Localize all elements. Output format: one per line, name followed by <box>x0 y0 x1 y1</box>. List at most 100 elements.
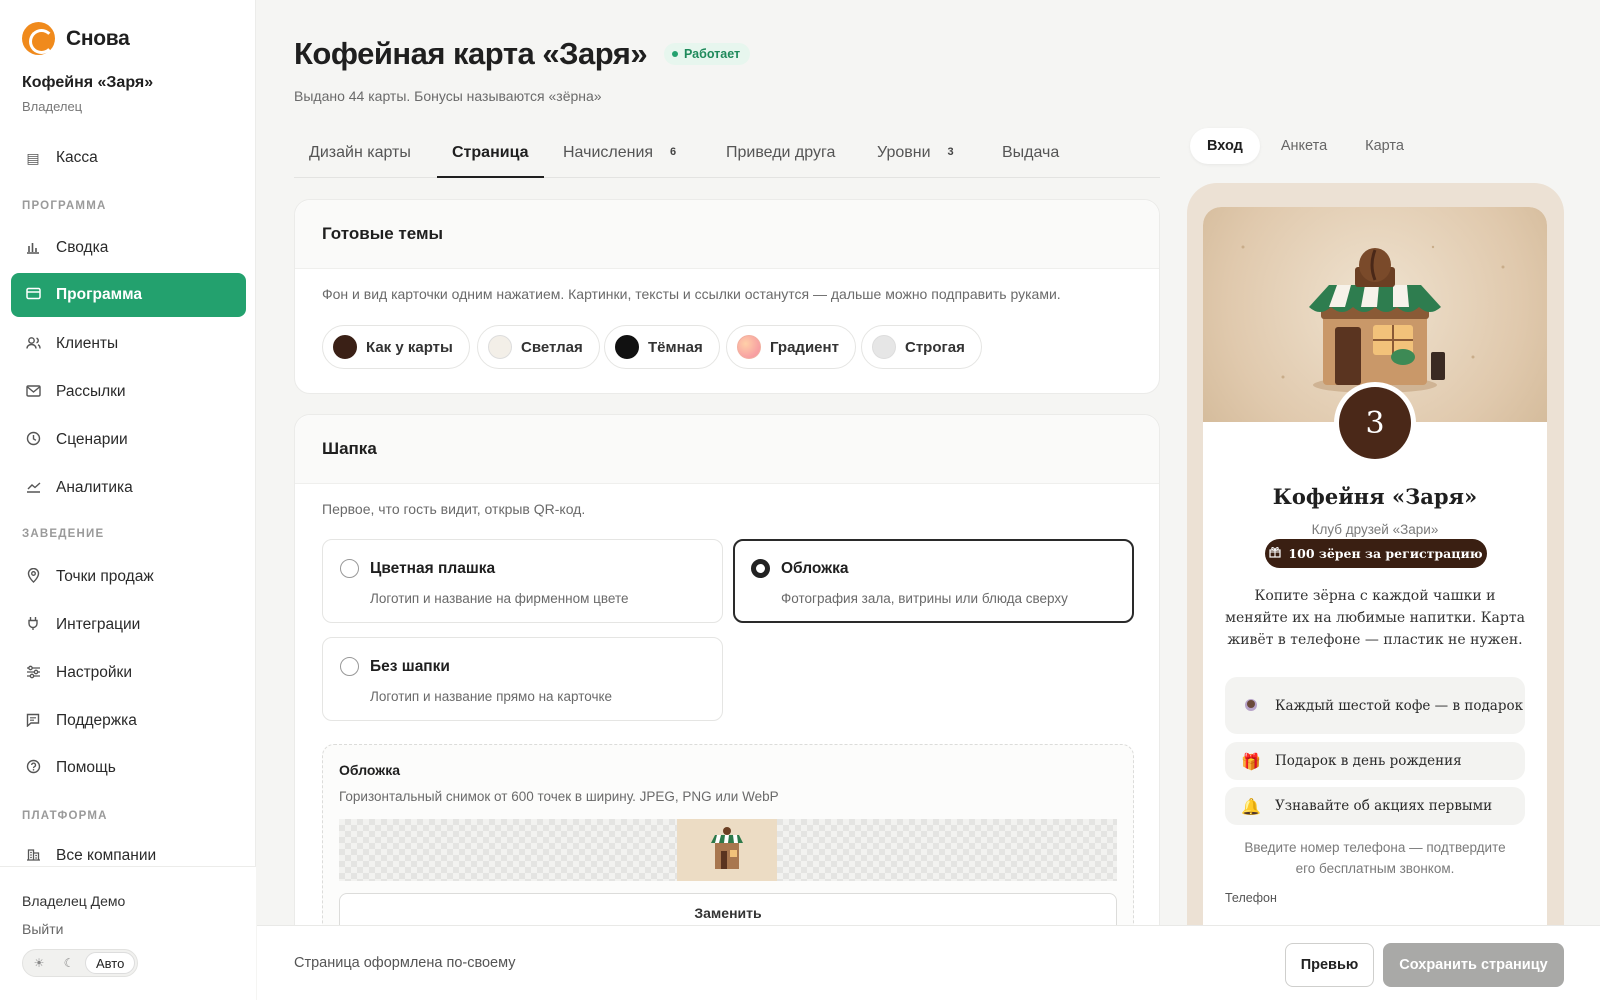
help-icon <box>24 759 42 777</box>
nav-section-program: ПРОГРАММА <box>22 200 107 212</box>
tab-levels[interactable]: Уровни 3 <box>877 134 954 178</box>
sidebar-item-label: Поддержка <box>56 712 137 729</box>
option-description: Логотип и название прямо на карточке <box>370 689 613 704</box>
chip-label: Как у карты <box>366 338 453 356</box>
sidebar-item-analytics[interactable]: Аналитика <box>11 466 246 510</box>
theme-chip-dark[interactable]: Тёмная <box>604 325 720 369</box>
brand[interactable]: Снова <box>22 22 130 55</box>
radio-button[interactable] <box>340 657 359 676</box>
plug-icon <box>24 616 42 634</box>
sidebar-item-help[interactable]: Помощь <box>11 746 246 790</box>
chat-icon <box>24 713 42 730</box>
perk-label: Каждый шестой кофе — в подарок <box>1275 697 1524 714</box>
perk-item: Каждый шестой кофе — в подарок <box>1225 677 1525 734</box>
sidebar-item-settings[interactable]: Настройки <box>11 651 246 695</box>
header-option-cover[interactable]: Обложка Фотография зала, витрины или блю… <box>733 539 1134 623</box>
page-subtitle: Выдано 44 карты. Бонусы называются «зёрн… <box>294 88 602 104</box>
current-user[interactable]: Владелец Демо <box>22 893 125 909</box>
swatch-icon <box>615 335 639 359</box>
preview-tabs: Вход Анкета Карта <box>1190 128 1421 164</box>
logout-link[interactable]: Выйти <box>22 921 63 937</box>
tab-page[interactable]: Страница <box>437 134 544 178</box>
status-badge: Работает <box>664 43 751 65</box>
sidebar-item-mailings[interactable]: Рассылки <box>11 370 246 414</box>
tab-accruals[interactable]: Начисления 6 <box>563 134 676 178</box>
sidebar-item-label: Помощь <box>56 759 116 776</box>
nav-section-platform: ПЛАТФОРМА <box>22 810 108 822</box>
tab-design[interactable]: Дизайн карты <box>309 134 411 178</box>
sidebar-item-programma[interactable]: Программа <box>11 273 246 317</box>
swatch-icon <box>872 335 896 359</box>
tab-issue[interactable]: Выдача <box>1002 134 1059 178</box>
theme-auto-button[interactable]: Авто <box>85 952 136 974</box>
org-role: Владелец <box>22 99 83 114</box>
sidebar-footer: Владелец Демо Выйти ☀ ☾ Авто <box>0 866 256 1000</box>
tab-count: 6 <box>670 146 677 158</box>
radio-button[interactable] <box>340 559 359 578</box>
theme-switch: ☀ ☾ Авто <box>22 949 139 977</box>
gift-icon <box>1269 546 1282 561</box>
sidebar-item-label: Касса <box>56 149 98 166</box>
header-option-none[interactable]: Без шапки Логотип и название прямо на ка… <box>322 637 723 721</box>
moon-icon[interactable]: ☾ <box>55 952 83 974</box>
phone-screen: 3 Кофейня «Заря» Клуб друзей «Зари» 100 … <box>1203 207 1547 925</box>
radio-button-checked[interactable] <box>751 559 770 578</box>
status-dot-icon <box>672 51 678 57</box>
tab-label: Уровни <box>877 144 931 161</box>
sidebar-item-svodka[interactable]: Сводка <box>11 226 246 270</box>
sliders-icon <box>24 665 42 682</box>
chip-label: Градиент <box>770 338 839 356</box>
upload-title: Обложка <box>339 762 400 778</box>
save-page-button[interactable]: Сохранить страницу <box>1383 943 1564 987</box>
themes-card: Готовые темы Фон и вид карточки одним на… <box>294 199 1160 394</box>
option-title: Обложка <box>781 560 849 577</box>
sidebar-item-label: Настройки <box>56 664 133 681</box>
org-name: Кофейня «Заря» <box>22 74 154 91</box>
sidebar-item-all-companies[interactable]: Все компании <box>11 835 246 865</box>
sidebar-item-label: Клиенты <box>56 335 119 352</box>
sidebar-item-clients[interactable]: Клиенты <box>11 322 246 366</box>
theme-chip-light[interactable]: Светлая <box>477 325 600 369</box>
theme-chip-card[interactable]: Как у карты <box>322 325 470 369</box>
sidebar-item-support[interactable]: Поддержка <box>11 699 246 743</box>
option-title: Цветная плашка <box>370 560 496 577</box>
sidebar-item-label: Все компании <box>56 847 157 864</box>
header-option-color[interactable]: Цветная плашка Логотип и название на фир… <box>322 539 723 623</box>
receipt-icon: ▤ <box>26 149 40 166</box>
brand-logo-icon <box>22 22 55 55</box>
sidebar-item-label: Программа <box>56 286 142 303</box>
registration-bonus-badge: 100 зёрен за регистрацию <box>1265 539 1487 568</box>
sidebar-item-points[interactable]: Точки продаж <box>11 555 246 599</box>
preview-tab-card[interactable]: Карта <box>1348 128 1421 164</box>
header-card-title: Шапка <box>295 415 1159 484</box>
swatch-icon <box>333 335 357 359</box>
program-description: Копите зёрна с каждой чашки и меняйте их… <box>1225 588 1525 648</box>
preview-button[interactable]: Превью <box>1285 943 1374 987</box>
theme-chip-gradient[interactable]: Градиент <box>726 325 856 369</box>
preview-tab-form[interactable]: Анкета <box>1264 128 1344 164</box>
sidebar-item-kassa[interactable]: ▤ Касса <box>11 136 246 180</box>
tab-referral[interactable]: Приведи друга <box>726 134 835 178</box>
tab-label: Страница <box>452 144 529 161</box>
clock-icon <box>24 431 42 449</box>
chip-label: Строгая <box>905 338 965 356</box>
users-icon <box>24 336 42 353</box>
sidebar-item-integrations[interactable]: Интеграции <box>11 603 246 647</box>
perk-label: Подарок в день рождения <box>1275 753 1462 769</box>
phone-field-label: Телефон <box>1225 891 1277 905</box>
sidebar-item-label: Сводка <box>56 239 109 256</box>
perk-item: 🎁 Подарок в день рождения <box>1225 742 1525 780</box>
cover-thumbnail[interactable] <box>677 819 777 881</box>
sun-icon[interactable]: ☀ <box>25 952 53 974</box>
coffee-cup-icon <box>1241 695 1261 717</box>
brand-name: Снова <box>66 26 130 50</box>
bar-chart-icon <box>24 240 42 257</box>
page-status-text: Страница оформлена по-своему <box>294 955 516 971</box>
theme-chip-strict[interactable]: Строгая <box>861 325 982 369</box>
option-title: Без шапки <box>370 658 450 675</box>
preview-tab-login[interactable]: Вход <box>1190 128 1260 164</box>
cover-preview-area <box>339 819 1117 881</box>
sidebar-item-scenarios[interactable]: Сценарии <box>11 418 246 462</box>
card-icon <box>24 287 42 303</box>
buildings-icon <box>24 847 42 864</box>
